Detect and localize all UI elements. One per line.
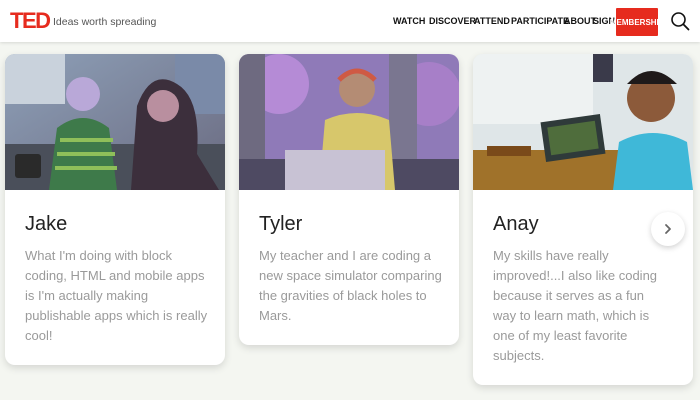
student-card-tyler[interactable]: Tyler My teacher and I are coding a new …: [239, 54, 459, 345]
nav-item-watch[interactable]: WATCH: [393, 16, 425, 27]
tagline: Ideas worth spreading: [53, 16, 157, 28]
student-card-jake[interactable]: Jake What I'm doing with block coding, H…: [5, 54, 225, 365]
student-photo: [239, 54, 459, 190]
carousel-next-button[interactable]: [651, 212, 685, 246]
student-name: Jake: [25, 213, 68, 235]
membership-button[interactable]: MEMBERSHIP: [610, 8, 664, 36]
student-quote: My skills have really improved!...I also…: [493, 248, 658, 363]
search-icon[interactable]: [670, 11, 690, 31]
student-quote: What I'm doing with block coding, HTML a…: [25, 248, 208, 343]
nav-item-about[interactable]: ABOUT: [564, 16, 596, 27]
membership-label: MEMBERSHIP: [609, 17, 665, 27]
student-name: Tyler: [259, 213, 303, 235]
nav-item-attend[interactable]: ATTEND: [474, 16, 510, 27]
student-quote: My teacher and I are coding a new space …: [259, 248, 442, 323]
student-photo: [5, 54, 225, 190]
student-name: Anay: [493, 213, 539, 235]
ted-logo[interactable]: TED: [10, 9, 51, 33]
nav-item-participate[interactable]: PARTICIPATE: [511, 16, 569, 27]
top-navigation-bar: TED Ideas worth spreading WATCH DISCOVER…: [0, 0, 700, 42]
chevron-right-icon: [665, 224, 671, 234]
student-photo: [473, 54, 693, 190]
nav-item-discover[interactable]: DISCOVER: [429, 16, 476, 27]
